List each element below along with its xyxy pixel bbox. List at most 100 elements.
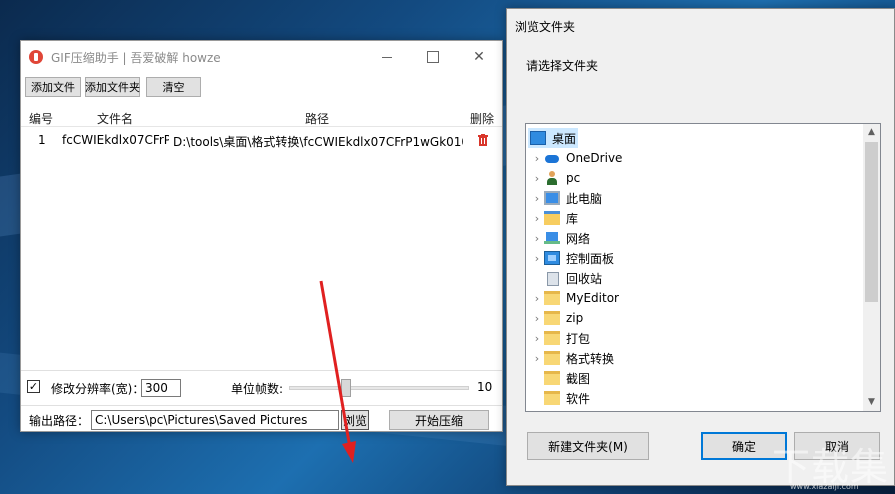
folder-icon [544, 311, 560, 325]
maximize-icon[interactable] [410, 41, 456, 73]
tree-item-label: 截图 [566, 371, 591, 386]
chevron-right-icon[interactable]: › [530, 252, 544, 265]
browse-folder-dialog: 浏览文件夹 请选择文件夹 桌面 › OneDrive › pc › 此电脑 › … [506, 8, 895, 486]
scroll-up-icon[interactable]: ▲ [863, 124, 880, 141]
recycle-bin-icon [544, 271, 560, 286]
resolution-checkbox[interactable]: ✓ [27, 380, 40, 393]
output-row: 输出路径： C:\Users\pc\Pictures\Saved Picture… [21, 405, 502, 431]
tree-item-label: 图标 [566, 410, 590, 412]
chevron-right-icon[interactable]: › [530, 172, 544, 185]
new-folder-button[interactable]: 新建文件夹(M) [527, 432, 649, 460]
tree-item-myeditor[interactable]: › MyEditor [530, 288, 619, 308]
chevron-right-icon[interactable]: › [530, 312, 544, 325]
resolution-label: 修改分辨率(宽)： [51, 382, 145, 396]
desktop-icon [530, 131, 546, 145]
column-header-num[interactable]: 编号 [29, 110, 53, 127]
tree-item-library[interactable]: › 库 [530, 208, 578, 228]
tree-item-desktop[interactable]: 桌面 [528, 128, 579, 148]
column-header-filename[interactable]: 文件名 [97, 110, 133, 127]
tree-item-label: 打包 [566, 331, 591, 346]
column-header-path[interactable]: 路径 [305, 110, 329, 127]
library-icon [544, 211, 560, 225]
app-icon [29, 50, 43, 64]
tree-item-onedrive[interactable]: › OneDrive [530, 148, 623, 168]
tree-item-label: 此电脑 [566, 191, 603, 206]
folder-icon [544, 331, 560, 345]
tree-item-label: MyEditor [566, 291, 619, 305]
tree-scrollbar[interactable]: ▲ ▼ [863, 124, 880, 411]
frame-rate-label: 单位帧数: [231, 382, 284, 396]
folder-tree[interactable]: 桌面 › OneDrive › pc › 此电脑 › 库 › 网络 › 控制面板… [525, 123, 881, 412]
browse-button[interactable]: 浏览 [341, 410, 369, 430]
output-path-label: 输出路径： [29, 414, 90, 428]
gif-compressor-window: GIF压缩助手 | 吾爱破解 howze ✕ 添加文件 添加文件夹 清空 编号 … [20, 40, 503, 432]
row-path: D:\tools\桌面\格式转换\fcCWIEkdlx07CFrP1wGk010 [173, 135, 463, 149]
tree-item-recycle-bin[interactable]: 回收站 [530, 268, 602, 288]
tree-item-network[interactable]: › 网络 [530, 228, 590, 248]
delete-trash-icon[interactable] [478, 134, 488, 146]
scroll-thumb[interactable] [865, 142, 878, 302]
file-grid [21, 127, 502, 371]
control-panel-icon [544, 251, 560, 265]
chevron-right-icon[interactable]: › [530, 292, 544, 305]
tree-item-label: 桌面 [552, 131, 577, 146]
onedrive-icon [544, 151, 560, 165]
folder-icon [544, 411, 560, 412]
dialog-title: 浏览文件夹 [515, 20, 576, 34]
user-icon [544, 171, 560, 185]
tree-item-label: 回收站 [566, 271, 603, 286]
frame-rate-value: 10 [477, 380, 493, 394]
tree-item-screenshots[interactable]: 截图 [530, 368, 590, 388]
window-title: GIF压缩助手 | 吾爱破解 howze [51, 50, 221, 65]
tree-item-format-convert[interactable]: › 格式转换 [530, 348, 614, 368]
folder-icon [544, 391, 560, 405]
tree-item-label: 软件 [566, 391, 591, 406]
chevron-right-icon[interactable]: › [530, 212, 544, 225]
tree-item-label: 格式转换 [566, 351, 615, 366]
network-icon [544, 231, 560, 245]
chevron-right-icon[interactable]: › [530, 152, 544, 165]
chevron-right-icon[interactable]: › [530, 332, 544, 345]
start-compress-button[interactable]: 开始压缩 [389, 410, 489, 430]
tree-item-software[interactable]: 软件 [530, 388, 590, 408]
tree-item-pc[interactable]: › pc [530, 168, 580, 188]
add-file-button[interactable]: 添加文件 [25, 77, 81, 97]
tree-item-label: pc [566, 171, 581, 185]
tree-item-icons[interactable]: 图标 [530, 408, 590, 412]
frame-rate-slider-thumb[interactable] [341, 379, 351, 397]
tree-item-zip[interactable]: › zip [530, 308, 583, 328]
computer-icon [544, 191, 560, 205]
row-filename: fcCWIEkdlx07CFrP [62, 133, 169, 147]
chevron-right-icon[interactable]: › [530, 232, 544, 245]
row-num: 1 [38, 133, 46, 147]
output-path-input[interactable]: C:\Users\pc\Pictures\Saved Pictures [91, 410, 339, 430]
minimize-icon[interactable] [364, 41, 410, 73]
file-grid-header: 编号 文件名 路径 删除 [21, 107, 502, 127]
tree-item-label: zip [566, 311, 584, 325]
tree-item-label: 网络 [566, 231, 591, 246]
tree-item-this-pc[interactable]: › 此电脑 [530, 188, 602, 208]
table-row[interactable]: 1 fcCWIEkdlx07CFrP D:\tools\桌面\格式转换\fcCW… [21, 131, 502, 151]
add-folder-button[interactable]: 添加文件夹 [85, 77, 140, 97]
tree-item-pack[interactable]: › 打包 [530, 328, 590, 348]
title-bar: GIF压缩助手 | 吾爱破解 howze ✕ [21, 41, 502, 73]
dialog-prompt: 请选择文件夹 [526, 59, 599, 73]
resolution-width-input[interactable]: 300 [141, 379, 181, 397]
close-icon[interactable]: ✕ [456, 41, 502, 73]
frame-rate-slider-track[interactable] [289, 386, 469, 390]
tree-item-label: 库 [566, 211, 579, 226]
folder-icon [544, 291, 560, 305]
watermark-url: www.xiazaiji.com [790, 482, 859, 491]
column-header-delete[interactable]: 删除 [470, 110, 494, 127]
chevron-right-icon[interactable]: › [530, 352, 544, 365]
scroll-down-icon[interactable]: ▼ [863, 394, 880, 411]
tree-item-control-panel[interactable]: › 控制面板 [530, 248, 614, 268]
options-row: ✓ 修改分辨率(宽)： 300 单位帧数: 10 [21, 377, 502, 399]
folder-icon [544, 371, 560, 385]
window-controls: ✕ [364, 41, 502, 73]
folder-icon [544, 351, 560, 365]
chevron-right-icon[interactable]: › [530, 192, 544, 205]
tree-item-label: 控制面板 [566, 251, 615, 266]
clear-button[interactable]: 清空 [146, 77, 201, 97]
tree-item-label: OneDrive [566, 151, 623, 165]
